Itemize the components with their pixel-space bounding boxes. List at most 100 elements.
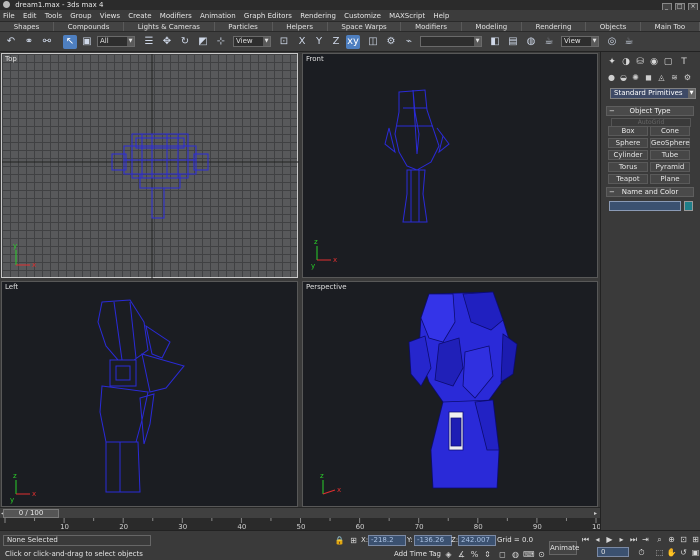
select-region-icon[interactable]: ▣	[80, 35, 94, 49]
create-tab-icon[interactable]: ✦	[606, 56, 618, 68]
constrain-xy-icon[interactable]: xy	[346, 35, 360, 49]
motion-tab-icon[interactable]: ◉	[648, 56, 660, 68]
schematic-view-icon[interactable]: ▤	[506, 35, 520, 49]
menu-group[interactable]: Group	[70, 12, 91, 20]
shapes-icon[interactable]: ◒	[618, 72, 629, 84]
render-type-dropdown[interactable]: View ▼	[561, 36, 599, 47]
tab-particles[interactable]: Particles	[215, 22, 273, 31]
selection-lock-icon[interactable]: ⊙	[536, 549, 547, 560]
box-button[interactable]: Box	[608, 126, 648, 136]
pan-icon[interactable]: ✋	[666, 547, 677, 558]
play-icon[interactable]: ▶	[604, 534, 615, 545]
zoom-icon[interactable]: ⌕	[654, 534, 665, 545]
constrain-x-icon[interactable]: X	[295, 35, 309, 49]
next-frame-button-icon[interactable]: ▸	[616, 534, 627, 545]
torus-button[interactable]: Torus	[608, 162, 648, 172]
snap-icon[interactable]: ⌁	[402, 35, 416, 49]
lock-selection-icon[interactable]: 🔒	[334, 535, 345, 546]
utilities-tab-icon[interactable]: T	[678, 56, 690, 68]
cylinder-button[interactable]: Cylinder	[608, 150, 648, 160]
constrain-z-icon[interactable]: Z	[329, 35, 343, 49]
select-arrow-icon[interactable]: ↖	[63, 35, 77, 49]
snaps-toggle-icon[interactable]: ◈	[443, 549, 454, 560]
z-coordinate-field[interactable]: 242.007	[458, 535, 496, 546]
render-last-icon[interactable]: ☕	[622, 35, 636, 49]
zoom-all-icon[interactable]: ⊕	[666, 534, 677, 545]
display-tab-icon[interactable]: ▢	[662, 56, 674, 68]
menu-modifiers[interactable]: Modifiers	[160, 12, 192, 20]
tab-rendering[interactable]: Rendering	[522, 22, 587, 31]
time-config-icon[interactable]: ⏱	[636, 547, 647, 558]
object-name-input[interactable]	[609, 201, 681, 211]
tab-main-toolbar[interactable]: Main Too	[641, 22, 700, 31]
add-time-tag-button[interactable]: Add Time Tag	[394, 550, 441, 558]
go-to-start-icon[interactable]: ⏮	[580, 534, 591, 545]
absolute-mode-icon[interactable]: ⊞	[348, 535, 359, 546]
next-frame-icon[interactable]: ▸	[592, 509, 599, 518]
named-selection-field[interactable]: ▼	[420, 36, 482, 47]
degradation-override-icon[interactable]: ◍	[510, 549, 521, 560]
teapot-button[interactable]: Teapot	[608, 174, 648, 184]
key-mode-icon[interactable]: ⇥	[640, 534, 651, 545]
x-coordinate-field[interactable]: -218.2	[368, 535, 406, 546]
track-bar[interactable]: 10 20 30 40 50 60 70 80 90 100	[0, 518, 605, 531]
menu-views[interactable]: Views	[100, 12, 120, 20]
tab-modifiers[interactable]: Modifiers	[401, 22, 462, 31]
transform-center-icon[interactable]: ⊡	[277, 35, 291, 49]
time-slider[interactable]: ◂ 0 / 100 ▸	[0, 507, 600, 518]
current-frame-field[interactable]: 0	[597, 547, 629, 557]
object-color-swatch[interactable]	[684, 201, 693, 211]
tab-space-warps[interactable]: Space Warps	[328, 22, 402, 31]
region-zoom-icon[interactable]: ⬚	[654, 547, 665, 558]
maximize-viewport-icon[interactable]: ▣	[690, 547, 700, 558]
helpers-icon[interactable]: ◬	[656, 72, 667, 84]
name-color-rollout-header[interactable]: − Name and Color	[606, 187, 694, 197]
menu-rendering[interactable]: Rendering	[300, 12, 336, 20]
zoom-extents-all-icon[interactable]: ⊞	[690, 534, 700, 545]
tab-compounds[interactable]: Compounds	[54, 22, 125, 31]
primitive-category-dropdown[interactable]: Standard Primitives ▼	[610, 88, 696, 99]
render-scene-icon[interactable]: ☕	[542, 35, 556, 49]
tab-helpers[interactable]: Helpers	[273, 22, 328, 31]
pivot-icon[interactable]: ⊹	[214, 35, 228, 49]
tab-shapes[interactable]: Shapes	[0, 22, 54, 31]
object-type-rollout-header[interactable]: − Object Type	[606, 106, 694, 116]
quick-render-icon[interactable]: ◎	[605, 35, 619, 49]
menu-edit[interactable]: Edit	[23, 12, 37, 20]
go-to-end-icon[interactable]: ⏭	[628, 534, 639, 545]
menu-customize[interactable]: Customize	[344, 12, 381, 20]
spinner-snap-icon[interactable]: ⇕	[482, 549, 493, 560]
y-coordinate-field[interactable]: -136.26	[414, 535, 452, 546]
time-slider-thumb[interactable]: 0 / 100	[3, 509, 59, 518]
window-crossing-icon[interactable]: ◻	[497, 549, 508, 560]
previous-frame-icon[interactable]: ◂	[592, 534, 603, 545]
tab-lights-cameras[interactable]: Lights & Cameras	[124, 22, 215, 31]
percent-snap-icon[interactable]: %	[469, 549, 480, 560]
tube-button[interactable]: Tube	[650, 150, 690, 160]
mirror-icon[interactable]: ◫	[366, 35, 380, 49]
space-warps-icon[interactable]: ≋	[669, 72, 680, 84]
move-icon[interactable]: ✥	[160, 35, 174, 49]
geosphere-button[interactable]: GeoSphere	[650, 138, 690, 148]
cameras-icon[interactable]: ◼	[643, 72, 654, 84]
menu-maxscript[interactable]: MAXScript	[389, 12, 425, 20]
modify-tab-icon[interactable]: ◑	[620, 56, 632, 68]
systems-icon[interactable]: ⚙	[682, 72, 693, 84]
viewport-front[interactable]: Front z y x	[302, 53, 598, 278]
zoom-extents-icon[interactable]: ⊡	[678, 534, 689, 545]
keyboard-shortcut-icon[interactable]: ⌨	[523, 549, 535, 560]
select-by-name-icon[interactable]: ☰	[142, 35, 156, 49]
pyramid-button[interactable]: Pyramid	[650, 162, 690, 172]
constrain-y-icon[interactable]: Y	[312, 35, 326, 49]
cone-button[interactable]: Cone	[650, 126, 690, 136]
reference-coordinate-dropdown[interactable]: View ▼	[233, 36, 271, 47]
viewport-left[interactable]: Left z y x	[1, 281, 298, 507]
rotate-icon[interactable]: ↻	[178, 35, 192, 49]
menu-graph-editors[interactable]: Graph Editors	[244, 12, 292, 20]
menu-create[interactable]: Create	[128, 12, 151, 20]
menu-file[interactable]: File	[3, 12, 15, 20]
viewport-top[interactable]: Top y x	[1, 53, 299, 279]
plane-button[interactable]: Plane	[650, 174, 690, 184]
tab-modeling[interactable]: Modeling	[462, 22, 522, 31]
viewport-perspective[interactable]: Perspective z x	[302, 281, 598, 507]
